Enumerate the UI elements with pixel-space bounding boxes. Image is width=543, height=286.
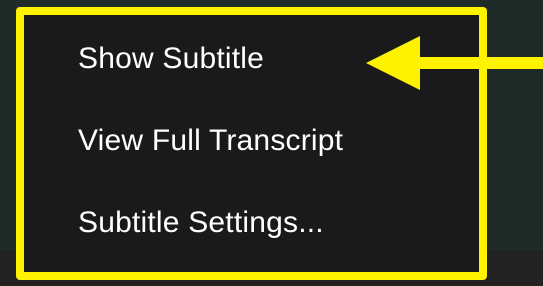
arrow-head [366,36,420,90]
arrow-shaft [416,57,543,69]
arrow-pointer-icon [366,36,543,90]
